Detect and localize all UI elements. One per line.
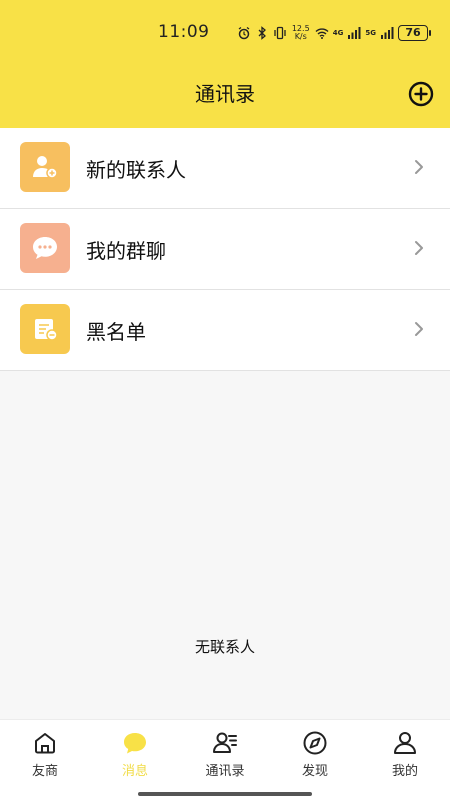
list-item-label: 我的群聊 [86, 239, 166, 263]
new-contact-icon-box [20, 142, 70, 192]
add-contact-icon [33, 156, 58, 179]
alarm-icon [238, 26, 250, 40]
bottom-nav: 友商 消息 通讯录 发现 我的 [0, 719, 450, 787]
home-icon [35, 733, 55, 754]
tab-label: 友商 [31, 764, 58, 779]
person-icon [394, 732, 416, 754]
group-chat-icon-box [20, 223, 70, 273]
chat-bubble-icon [33, 237, 57, 259]
tab-contacts[interactable]: 通讯录 [180, 720, 270, 788]
tab-label: 消息 [121, 764, 148, 779]
blacklist-icon-box [20, 304, 70, 354]
add-button[interactable] [407, 80, 435, 108]
contacts-icon [213, 732, 237, 753]
wifi-icon [315, 28, 329, 39]
bluetooth-icon [258, 26, 266, 40]
chevron-right-icon [415, 322, 423, 336]
vibrate-icon [274, 26, 286, 40]
tab-messages[interactable]: 消息 [90, 720, 180, 788]
status-icons: 12.5 K/s 4G 5G 76 [237, 22, 431, 44]
plus-circle-icon [408, 81, 434, 107]
list-item-label: 黑名单 [86, 320, 146, 344]
status-bar: 11:09 12.5 K/s 4G 5G 76 [0, 18, 450, 48]
signal-5g-label: 5G [365, 29, 376, 37]
list-item-blacklist[interactable]: 黑名单 [0, 290, 450, 371]
tab-label: 发现 [301, 764, 328, 779]
list-item-label: 新的联系人 [86, 158, 186, 182]
tab-label: 通讯录 [205, 764, 245, 779]
home-indicator[interactable] [138, 792, 312, 796]
network-speed-unit: K/s [294, 32, 307, 41]
tab-label: 我的 [391, 764, 418, 779]
tab-discover[interactable]: 发现 [270, 720, 360, 788]
status-time: 11:09 [158, 22, 210, 42]
tab-me[interactable]: 我的 [360, 720, 450, 788]
compass-icon [303, 731, 327, 755]
battery-indicator: 76 [398, 25, 431, 41]
empty-state-text: 无联系人 [194, 638, 255, 656]
blacklist-icon [35, 319, 58, 341]
chevron-right-icon [415, 160, 423, 174]
contact-menu-list: 新的联系人 我的群聊 黑名单 [0, 128, 450, 371]
chevron-right-icon [415, 241, 423, 255]
message-icon [124, 733, 146, 754]
header: 11:09 12.5 K/s 4G 5G 76 通讯录 [0, 0, 450, 128]
page-title: 通讯录 [195, 82, 255, 106]
network-speed: 12.5 K/s [291, 25, 311, 41]
signal-4g-label: 4G [332, 29, 344, 37]
tab-friends[interactable]: 友商 [0, 720, 90, 788]
list-item-new-contacts[interactable]: 新的联系人 [0, 128, 450, 209]
list-item-my-groups[interactable]: 我的群聊 [0, 209, 450, 290]
signal-icon [348, 27, 361, 39]
signal-icon-2 [381, 27, 394, 39]
